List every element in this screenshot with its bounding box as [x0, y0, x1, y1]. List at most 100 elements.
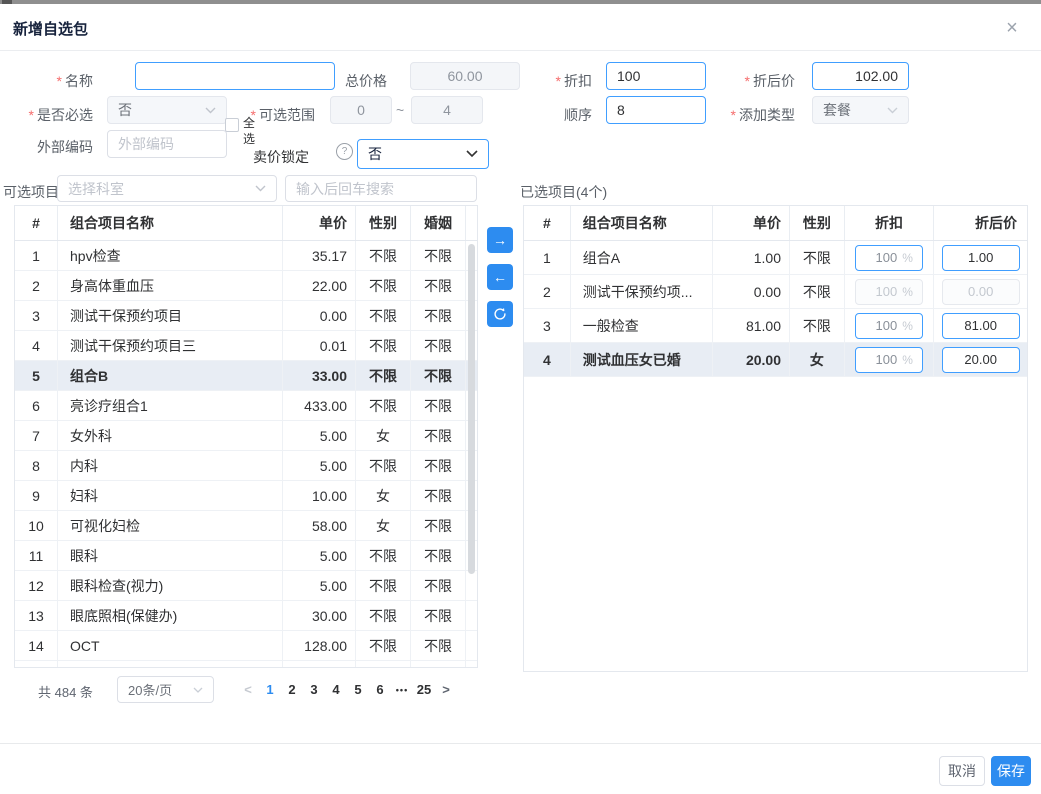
- page-2[interactable]: 2: [281, 682, 303, 697]
- table-header-row: # 组合项目名称 单价 性别 婚姻: [15, 206, 477, 241]
- more-pages-icon[interactable]: •••: [391, 685, 413, 695]
- after-price-input[interactable]: [942, 347, 1020, 373]
- table-row[interactable]: 9妇科10.00女不限: [15, 481, 477, 511]
- add-type-select: 套餐: [812, 96, 909, 124]
- page-3[interactable]: 3: [303, 682, 325, 697]
- page-6[interactable]: 6: [369, 682, 391, 697]
- col-header-num: #: [15, 206, 58, 240]
- discount-label: *折扣: [530, 71, 592, 91]
- external-code-label: 外部编码: [20, 137, 93, 157]
- table-row-partial[interactable]: 15彩超检查(腹部)不限不限: [15, 661, 477, 668]
- selected-items-table: # 组合项目名称 单价 性别 折扣 折后价 1 组合A 1.00 不限 % 2 …: [523, 205, 1028, 672]
- col-header-price: 单价: [713, 206, 790, 240]
- select-all-checkbox[interactable]: [225, 118, 239, 132]
- after-price-input[interactable]: [812, 62, 909, 90]
- save-button[interactable]: 保存: [991, 756, 1031, 786]
- range-min-input: [330, 96, 392, 124]
- scrollbar-thumb[interactable]: [468, 244, 475, 574]
- col-header-discount: 折扣: [845, 206, 935, 240]
- table-row[interactable]: 3测试干保预约项目0.00不限不限: [15, 301, 477, 331]
- table-row[interactable]: 7女外科5.00女不限: [15, 421, 477, 451]
- price-lock-value: 否: [368, 144, 382, 164]
- search-input[interactable]: [285, 175, 477, 202]
- col-header-name: 组合项目名称: [58, 206, 283, 240]
- col-header-filler: [466, 206, 477, 240]
- table-row[interactable]: 13眼底照相(保健办)30.00不限不限: [15, 601, 477, 631]
- table-row[interactable]: 1 组合A 1.00 不限 %: [524, 241, 1027, 275]
- move-left-button[interactable]: ←: [487, 264, 513, 290]
- col-header-sex: 性别: [790, 206, 845, 240]
- col-header-sex: 性别: [356, 206, 411, 240]
- table-row[interactable]: 1hpv检查35.17不限不限: [15, 241, 477, 271]
- table-row[interactable]: 3 一般检查 81.00 不限 %: [524, 309, 1027, 343]
- add-type-label: *添加类型: [715, 105, 795, 125]
- pagination: < 1 2 3 4 5 6 ••• 25 >: [237, 676, 457, 703]
- page-title: 新增自选包: [13, 18, 88, 39]
- name-label: *名称: [30, 71, 93, 91]
- name-input[interactable]: [135, 62, 335, 90]
- chevron-down-icon: [255, 185, 266, 192]
- must-select-value: 否: [118, 100, 132, 120]
- top-scroll-strip: [0, 0, 1041, 4]
- order-label: 顺序: [530, 105, 592, 125]
- col-header-price: 单价: [283, 206, 356, 240]
- after-price-label: *折后价: [715, 71, 795, 91]
- table-row[interactable]: 2身高体重血压22.00不限不限: [15, 271, 477, 301]
- table-row-selected[interactable]: 4 测试血压女已婚 20.00 女 %: [524, 343, 1027, 377]
- after-price-input-disabled: [942, 279, 1020, 305]
- department-select[interactable]: 选择科室: [57, 175, 277, 202]
- percent-suffix: %: [902, 319, 913, 333]
- page-5[interactable]: 5: [347, 682, 369, 697]
- chevron-down-icon: [887, 107, 898, 114]
- department-placeholder: 选择科室: [68, 179, 124, 199]
- after-price-input[interactable]: [942, 245, 1020, 271]
- discount-input[interactable]: %: [855, 313, 923, 339]
- prev-page-button[interactable]: <: [237, 682, 259, 697]
- close-icon[interactable]: ×: [1000, 16, 1024, 40]
- price-lock-label: 卖价锁定: [253, 147, 309, 167]
- page-4[interactable]: 4: [325, 682, 347, 697]
- percent-suffix: %: [902, 285, 913, 299]
- price-lock-select[interactable]: 否: [357, 139, 489, 169]
- after-price-input[interactable]: [942, 313, 1020, 339]
- table-row[interactable]: 14OCT128.00不限不限: [15, 631, 477, 661]
- refresh-icon: [493, 307, 507, 321]
- pagination-total: 共 484 条: [38, 682, 93, 701]
- table-row[interactable]: 10可视化妇检58.00女不限: [15, 511, 477, 541]
- help-icon[interactable]: ?: [336, 143, 353, 160]
- footer-divider: [0, 743, 1041, 744]
- selected-items-label: 已选项目(4个): [520, 182, 607, 202]
- discount-input[interactable]: %: [855, 347, 923, 373]
- table-row[interactable]: 11眼科5.00不限不限: [15, 541, 477, 571]
- next-page-button[interactable]: >: [435, 682, 457, 697]
- move-right-button[interactable]: →: [487, 227, 513, 253]
- header-divider: [0, 50, 1041, 51]
- must-select[interactable]: 否: [107, 96, 227, 124]
- page-25[interactable]: 25: [413, 682, 435, 697]
- table-row[interactable]: 2 测试干保预约项... 0.00 不限 %: [524, 275, 1027, 309]
- discount-input[interactable]: [606, 62, 706, 90]
- page-size-select[interactable]: 20条/页: [117, 676, 214, 703]
- arrow-left-icon: ←: [493, 269, 507, 285]
- available-items-table: # 组合项目名称 单价 性别 婚姻 1hpv检查35.17不限不限 2身高体重血…: [14, 205, 478, 668]
- table-row[interactable]: 4测试干保预约项目三0.01不限不限: [15, 331, 477, 361]
- external-code-input[interactable]: [107, 130, 227, 158]
- order-input[interactable]: [606, 96, 706, 124]
- chevron-down-icon: [466, 150, 478, 158]
- refresh-button[interactable]: [487, 301, 513, 327]
- required-asterisk: *: [57, 73, 62, 89]
- table-row[interactable]: 6亮诊疗组合1433.00不限不限: [15, 391, 477, 421]
- cancel-button[interactable]: 取消: [939, 756, 985, 786]
- table-row[interactable]: 12眼科检查(视力)5.00不限不限: [15, 571, 477, 601]
- table-row[interactable]: 8内科5.00不限不限: [15, 451, 477, 481]
- top-scroll-notch: [2, 0, 12, 4]
- discount-input[interactable]: %: [855, 245, 923, 271]
- add-type-value: 套餐: [823, 100, 851, 120]
- table-row-selected[interactable]: 5组合B33.00不限不限: [15, 361, 477, 391]
- must-select-label: *是否必选: [10, 105, 93, 125]
- page-1[interactable]: 1: [259, 682, 281, 697]
- page-size-value: 20条/页: [128, 680, 172, 699]
- select-all-label: 全选: [243, 115, 258, 147]
- col-header-after-price: 折后价: [934, 206, 1027, 240]
- col-header-num: #: [524, 206, 571, 240]
